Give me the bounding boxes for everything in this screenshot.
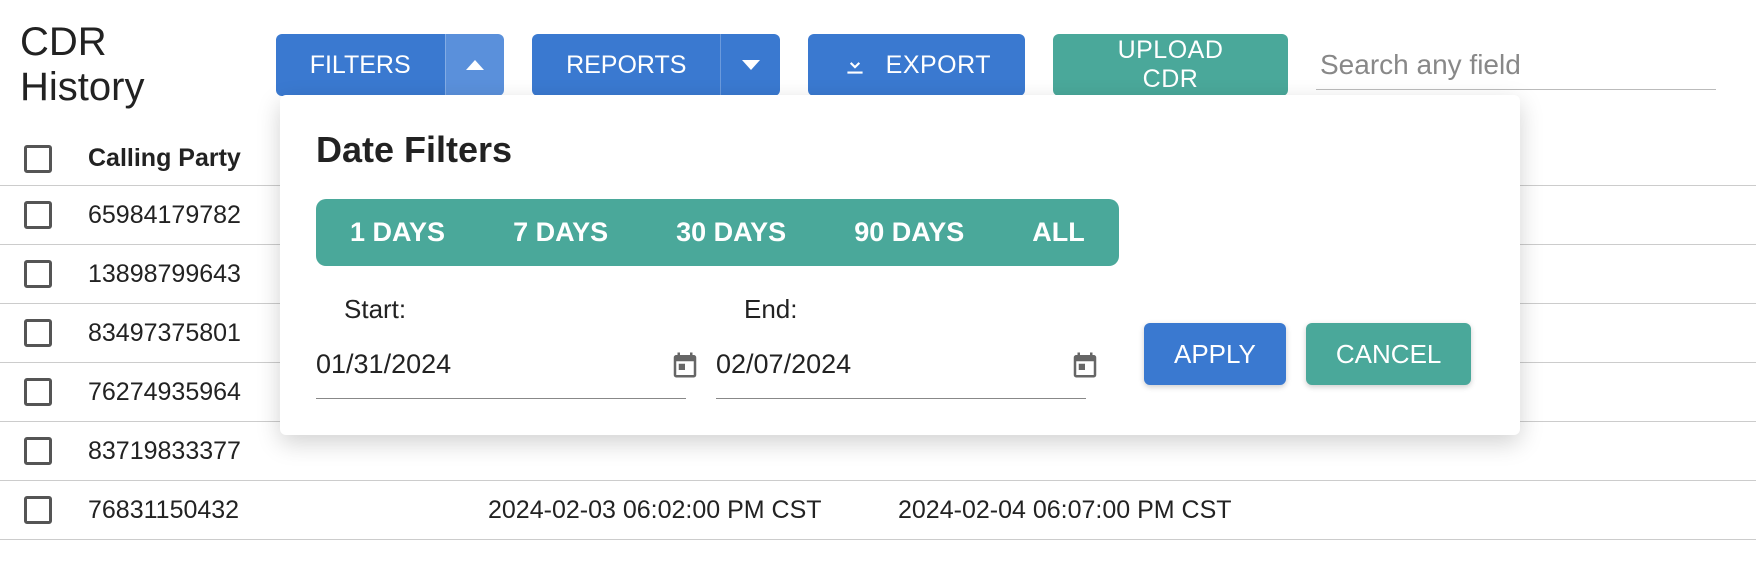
date-preset-group: 1 DAYS 7 DAYS 30 DAYS 90 DAYS ALL bbox=[316, 199, 1119, 266]
apply-button[interactable]: APPLY bbox=[1144, 323, 1286, 385]
date-filters-title: Date Filters bbox=[316, 129, 1484, 171]
filters-button[interactable]: FILTERS bbox=[276, 34, 445, 96]
filters-split-button[interactable]: FILTERS bbox=[276, 34, 504, 96]
cell-calling-party: 83719833377 bbox=[68, 437, 468, 466]
end-date-input[interactable] bbox=[716, 349, 1070, 380]
row-checkbox[interactable] bbox=[24, 201, 52, 229]
export-label: EXPORT bbox=[886, 51, 991, 80]
filters-dropdown-toggle[interactable] bbox=[445, 34, 504, 96]
row-checkbox[interactable] bbox=[24, 319, 52, 347]
caret-up-icon bbox=[466, 60, 484, 70]
cell-calling-party: 76831150432 bbox=[68, 496, 468, 525]
row-checkbox[interactable] bbox=[24, 260, 52, 288]
start-date-label: Start: bbox=[316, 294, 686, 325]
row-checkbox[interactable] bbox=[24, 378, 52, 406]
reports-dropdown-toggle[interactable] bbox=[720, 34, 779, 96]
cancel-button[interactable]: CANCEL bbox=[1306, 323, 1471, 385]
start-date-input[interactable] bbox=[316, 349, 670, 380]
date-filters-panel: Date Filters 1 DAYS 7 DAYS 30 DAYS 90 DA… bbox=[280, 95, 1520, 435]
download-icon bbox=[842, 52, 868, 78]
reports-button[interactable]: REPORTS bbox=[532, 34, 720, 96]
export-button[interactable]: EXPORT bbox=[808, 34, 1025, 96]
row-checkbox[interactable] bbox=[24, 437, 52, 465]
preset-all[interactable]: ALL bbox=[998, 199, 1118, 266]
select-all-checkbox[interactable] bbox=[24, 145, 52, 173]
search-input[interactable] bbox=[1316, 41, 1716, 90]
calendar-icon[interactable] bbox=[1070, 350, 1100, 380]
cell-start-time: 2024-02-03 06:02:00 PM CST bbox=[468, 496, 898, 525]
upload-cdr-button[interactable]: UPLOAD CDR bbox=[1053, 34, 1288, 96]
end-date-label: End: bbox=[716, 294, 1086, 325]
table-row[interactable]: 768311504322024-02-03 06:02:00 PM CST202… bbox=[0, 481, 1756, 540]
caret-down-icon bbox=[742, 60, 760, 70]
preset-30-days[interactable]: 30 DAYS bbox=[642, 199, 820, 266]
preset-7-days[interactable]: 7 DAYS bbox=[479, 199, 642, 266]
preset-1-days[interactable]: 1 DAYS bbox=[316, 199, 479, 266]
reports-split-button[interactable]: REPORTS bbox=[532, 34, 780, 96]
row-checkbox[interactable] bbox=[24, 496, 52, 524]
calendar-icon[interactable] bbox=[670, 350, 700, 380]
page-title: CDR History bbox=[20, 20, 240, 110]
preset-90-days[interactable]: 90 DAYS bbox=[820, 199, 998, 266]
cell-end-time: 2024-02-04 06:07:00 PM CST bbox=[898, 496, 1328, 525]
